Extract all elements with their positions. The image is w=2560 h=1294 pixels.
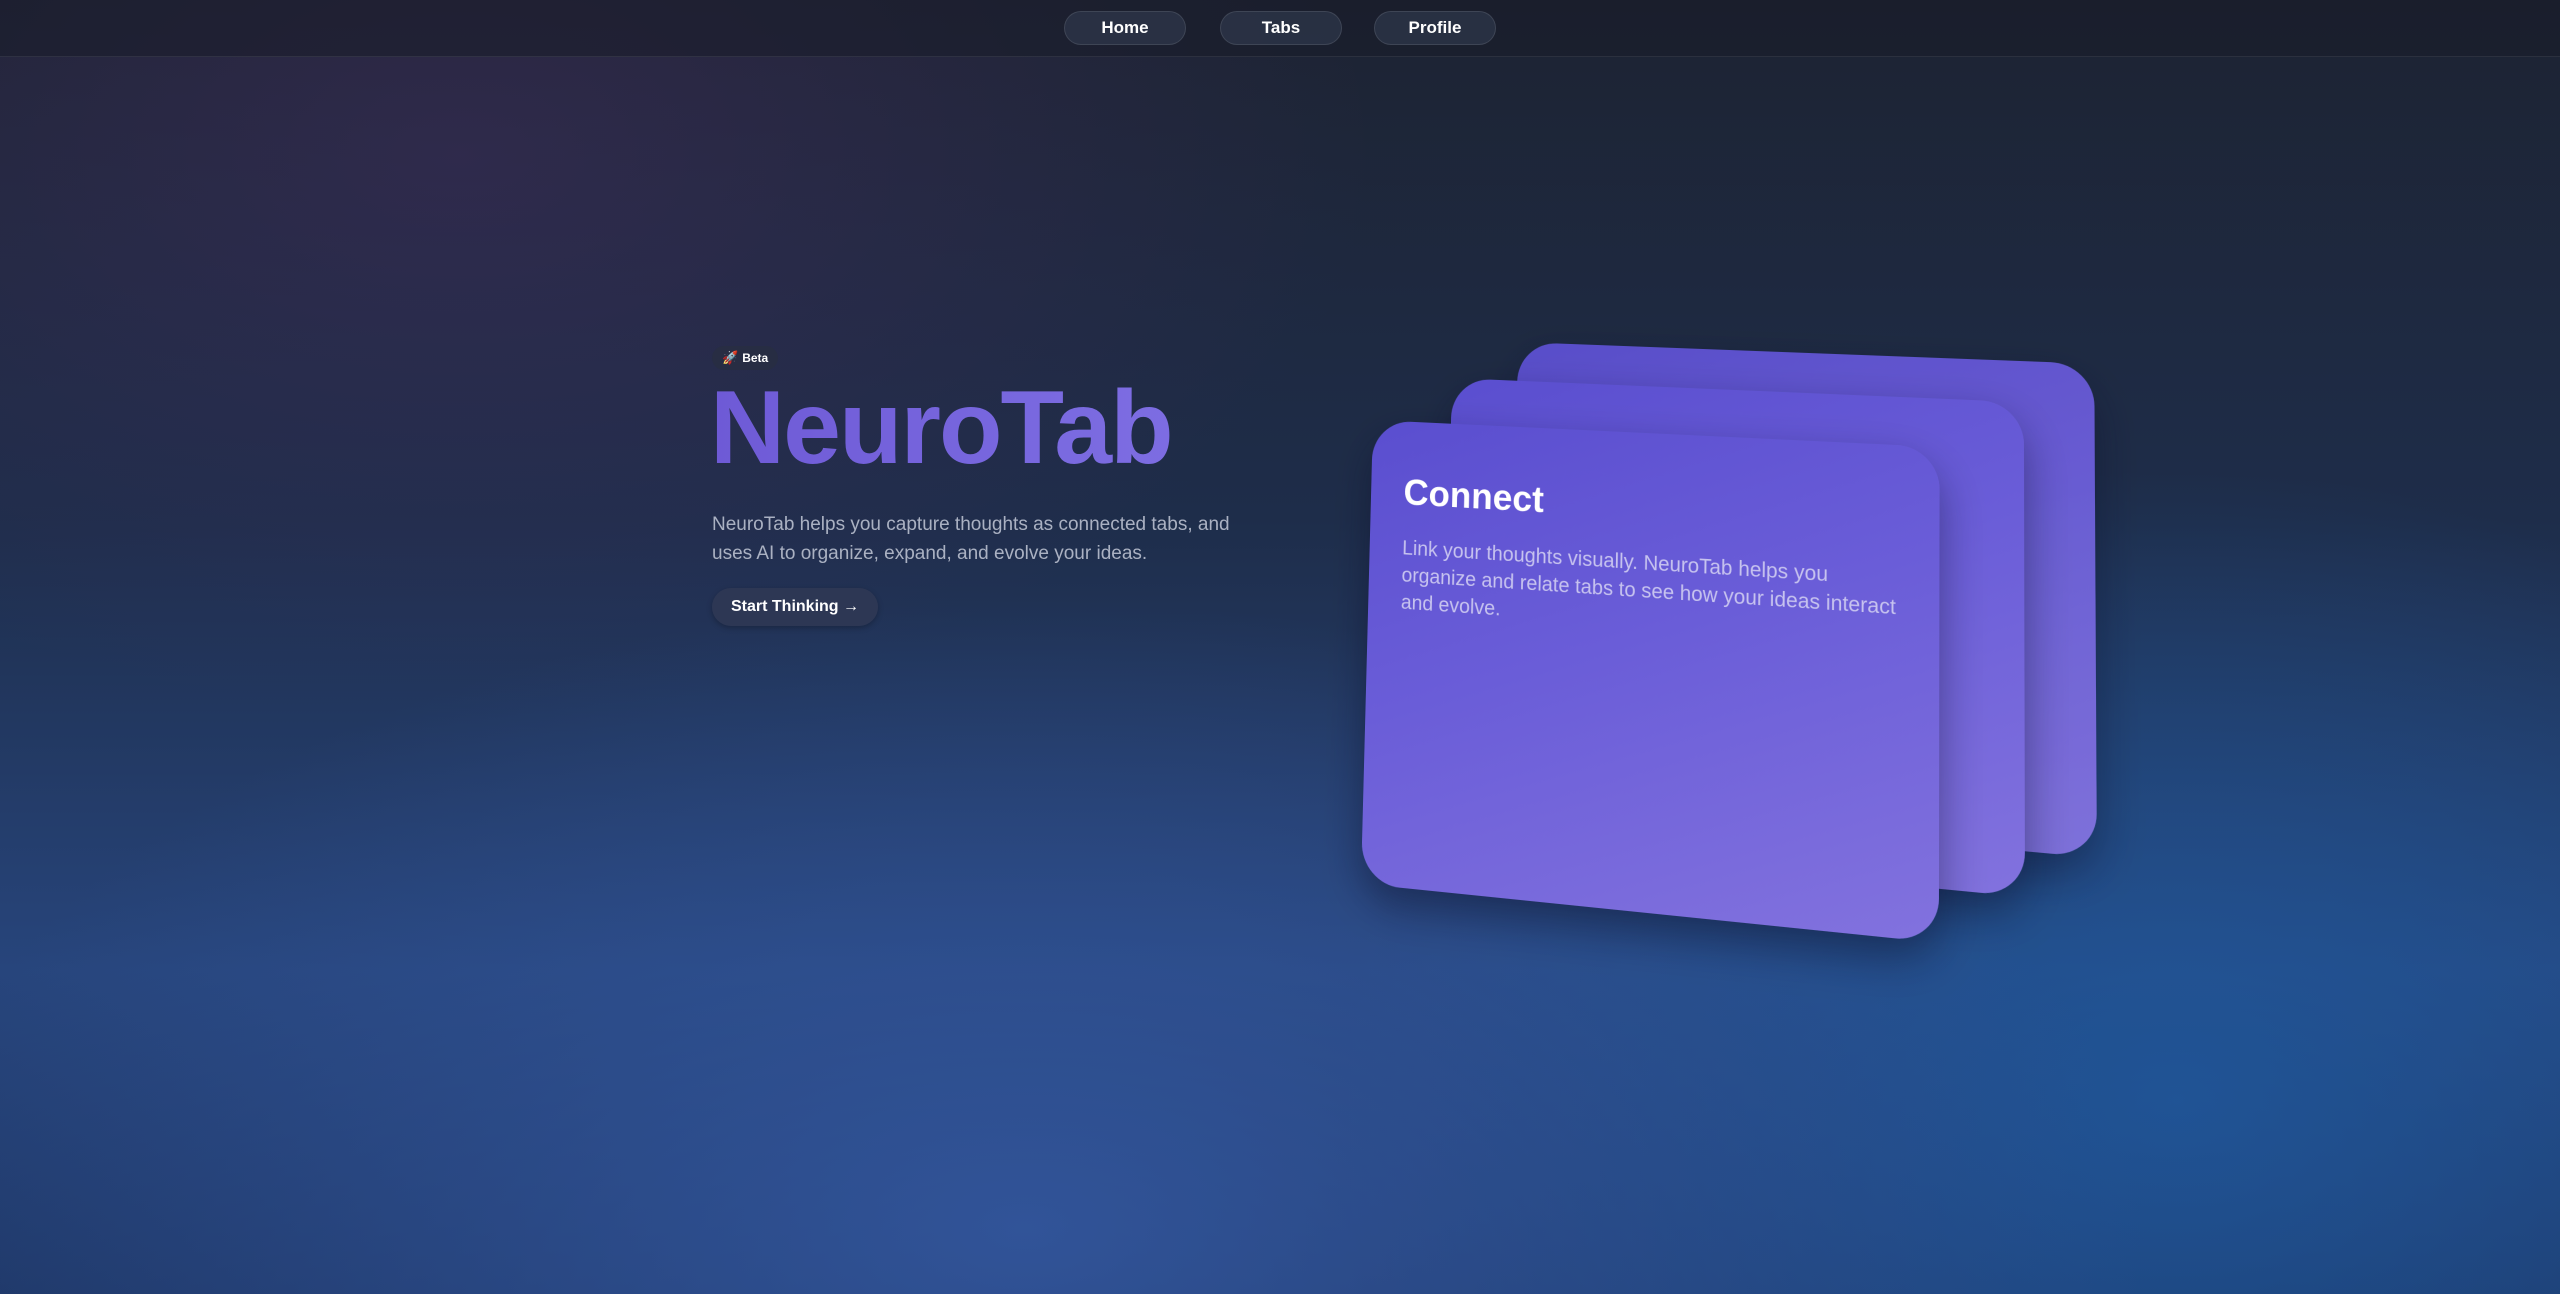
hero-section: 🚀 Beta NeuroTab NeuroTab helps you captu… [712,346,1312,626]
card-title: Connect [1403,471,1905,542]
rocket-icon: 🚀 [722,350,738,366]
hero-description: NeuroTab helps you capture thoughts as c… [712,510,1252,568]
start-thinking-button[interactable]: Start Thinking → [712,588,878,626]
connect-card[interactable]: Connect Link your thoughts visually. Neu… [1361,420,1940,943]
top-nav-bar: Home Tabs Profile [0,0,2560,57]
beta-badge-label: Beta [742,351,768,365]
nav-home-button[interactable]: Home [1064,11,1186,45]
beta-badge: 🚀 Beta [712,346,778,370]
nav-profile-button[interactable]: Profile [1374,11,1496,45]
nav-tabs-button[interactable]: Tabs [1220,11,1342,45]
card-text: Link your thoughts visually. NeuroTab he… [1401,535,1912,652]
card-stack: Connect Link your thoughts visually. Neu… [1360,330,2020,950]
hero-title: NeuroTab [710,376,1312,480]
